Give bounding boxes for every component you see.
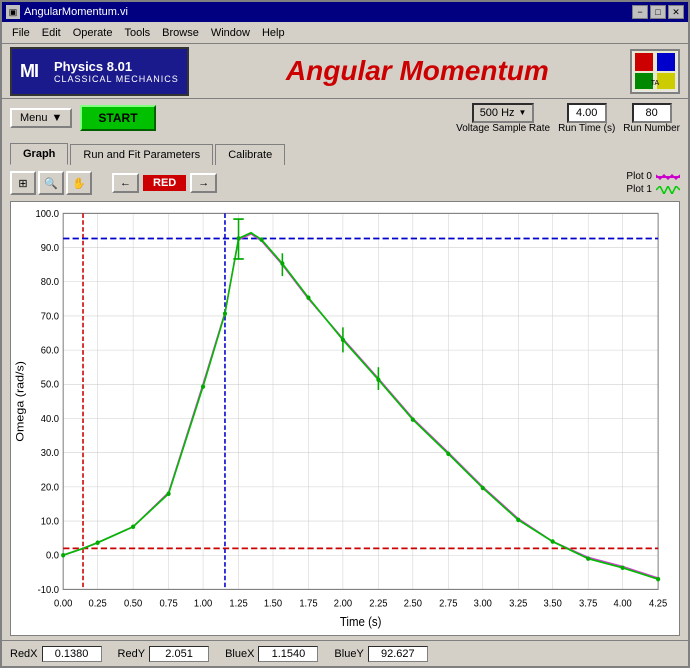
- run-number-field: 80 Run Number: [623, 103, 680, 134]
- minimize-button[interactable]: −: [632, 5, 648, 19]
- graph-legend: Plot 0 Plot 1: [626, 171, 680, 195]
- blue-x-value: 1.1540: [258, 646, 318, 662]
- svg-text:1.75: 1.75: [299, 598, 318, 609]
- svg-text:1.25: 1.25: [229, 598, 248, 609]
- cursor-left-button[interactable]: ←: [112, 173, 139, 193]
- cursor-label: RED: [143, 175, 186, 191]
- graph-container: ⊞ 🔍 ✋ ← RED → Plot 0 Plot 1: [2, 165, 688, 640]
- blue-x-label: BlueX: [225, 648, 254, 660]
- svg-text:Time (s): Time (s): [340, 614, 382, 629]
- svg-text:4.25: 4.25: [649, 598, 668, 609]
- svg-text:80.0: 80.0: [41, 277, 60, 288]
- status-bar: RedX 0.1380 RedY 2.051 BlueX 1.1540 Blue…: [2, 640, 688, 666]
- menu-file[interactable]: File: [6, 25, 36, 41]
- toolbar-section: Menu ▼ START 500 Hz ▼ Voltage Sample Rat…: [2, 99, 688, 137]
- run-time-value[interactable]: 4.00: [567, 103, 607, 123]
- run-time-label: Run Time (s): [558, 123, 615, 134]
- svg-text:0.0: 0.0: [46, 550, 60, 561]
- svg-text:30.0: 30.0: [41, 448, 60, 459]
- physics-sub: CLASSICAL MECHANICS: [54, 74, 179, 84]
- legend-plot0-line: [656, 174, 680, 180]
- svg-text:1.00: 1.00: [194, 598, 213, 609]
- sample-rate-field: 500 Hz ▼ Voltage Sample Rate: [456, 103, 550, 134]
- svg-text:2.25: 2.25: [369, 598, 388, 609]
- window-icon: ▣: [6, 5, 20, 19]
- close-button[interactable]: ✕: [668, 5, 684, 19]
- svg-text:-10.0: -10.0: [38, 584, 60, 595]
- red-x-value: 0.1380: [42, 646, 102, 662]
- svg-text:3.50: 3.50: [544, 598, 563, 609]
- svg-text:0.00: 0.00: [54, 598, 73, 609]
- physics-info: Physics 8.01 CLASSICAL MECHANICS: [46, 49, 187, 94]
- svg-text:3.00: 3.00: [474, 598, 493, 609]
- svg-text:0.50: 0.50: [124, 598, 143, 609]
- tabs-section: Graph Run and Fit Parameters Calibrate: [2, 137, 688, 165]
- sample-rate-dropdown[interactable]: 500 Hz ▼: [472, 103, 535, 123]
- graph-svg: 100.0 90.0 80.0 70.0 60.0 50.0 40.0 30.0…: [11, 202, 679, 635]
- svg-text:1.50: 1.50: [264, 598, 283, 609]
- svg-text:40.0: 40.0: [41, 414, 60, 425]
- svg-text:20.0: 20.0: [41, 482, 60, 493]
- run-time-field: 4.00 Run Time (s): [558, 103, 615, 134]
- menu-edit[interactable]: Edit: [36, 25, 67, 41]
- tab-calibrate[interactable]: Calibrate: [215, 144, 285, 165]
- graph-toolbar: ⊞ 🔍 ✋ ← RED → Plot 0 Plot 1: [10, 169, 680, 197]
- red-y-label: RedY: [118, 648, 146, 660]
- maximize-button[interactable]: □: [650, 5, 666, 19]
- menu-tools[interactable]: Tools: [118, 25, 156, 41]
- red-x-label: RedX: [10, 648, 38, 660]
- mit-logo: MI: [12, 49, 46, 94]
- blue-y-label: BlueY: [334, 648, 363, 660]
- window-title: AngularMomentum.vi: [24, 6, 128, 18]
- cursor-right-button[interactable]: →: [190, 173, 217, 193]
- blue-y-value: 92.627: [368, 646, 428, 662]
- red-y-value: 2.051: [149, 646, 209, 662]
- menu-help[interactable]: Help: [256, 25, 291, 41]
- svg-text:90.0: 90.0: [41, 243, 60, 254]
- tab-run-fit[interactable]: Run and Fit Parameters: [70, 144, 213, 165]
- svg-text:3.25: 3.25: [509, 598, 528, 609]
- legend-plot1-line: [656, 186, 680, 194]
- title-bar: ▣ AngularMomentum.vi − □ ✕: [2, 2, 688, 22]
- zoom-tool-button[interactable]: 🔍: [38, 171, 64, 195]
- menu-dropdown-icon: ▼: [52, 112, 63, 124]
- run-number-value[interactable]: 80: [632, 103, 672, 123]
- run-number-label: Run Number: [623, 123, 680, 134]
- svg-text:4.00: 4.00: [613, 598, 632, 609]
- svg-text:2.00: 2.00: [334, 598, 353, 609]
- svg-text:10.0: 10.0: [41, 516, 60, 527]
- physics-name: Physics 8.01: [54, 59, 179, 74]
- tab-graph[interactable]: Graph: [10, 143, 68, 165]
- app-title: Angular Momentum: [205, 55, 630, 87]
- svg-text:50.0: 50.0: [41, 379, 60, 390]
- svg-text:70.0: 70.0: [41, 311, 60, 322]
- header-section: MI Physics 8.01 CLASSICAL MECHANICS Angu…: [2, 44, 688, 99]
- menu-window[interactable]: Window: [205, 25, 256, 41]
- start-button[interactable]: START: [80, 105, 155, 131]
- sample-rate-arrow: ▼: [519, 108, 527, 117]
- sample-rate-label: Voltage Sample Rate: [456, 123, 550, 134]
- svg-text:2.50: 2.50: [404, 598, 423, 609]
- graph-area: 100.0 90.0 80.0 70.0 60.0 50.0 40.0 30.0…: [10, 201, 680, 636]
- pan-tool-button[interactable]: ✋: [66, 171, 92, 195]
- svg-text:0.25: 0.25: [88, 598, 107, 609]
- corner-logo: TA: [630, 49, 680, 94]
- svg-text:TA: TA: [651, 80, 660, 87]
- menu-operate[interactable]: Operate: [67, 25, 119, 41]
- menu-browse[interactable]: Browse: [156, 25, 205, 41]
- svg-text:Omega (rad/s): Omega (rad/s): [13, 361, 26, 442]
- menu-bar: File Edit Operate Tools Browse Window He…: [2, 22, 688, 44]
- svg-text:3.75: 3.75: [579, 598, 598, 609]
- grid-tool-button[interactable]: ⊞: [10, 171, 36, 195]
- legend-plot0-label: Plot 0: [626, 171, 652, 182]
- legend-plot1-label: Plot 1: [626, 184, 652, 195]
- menu-button[interactable]: Menu ▼: [10, 108, 72, 128]
- main-window: ▣ AngularMomentum.vi − □ ✕ File Edit Ope…: [0, 0, 690, 668]
- svg-text:100.0: 100.0: [36, 208, 60, 219]
- svg-text:0.75: 0.75: [159, 598, 178, 609]
- svg-text:2.75: 2.75: [439, 598, 458, 609]
- svg-text:60.0: 60.0: [41, 345, 60, 356]
